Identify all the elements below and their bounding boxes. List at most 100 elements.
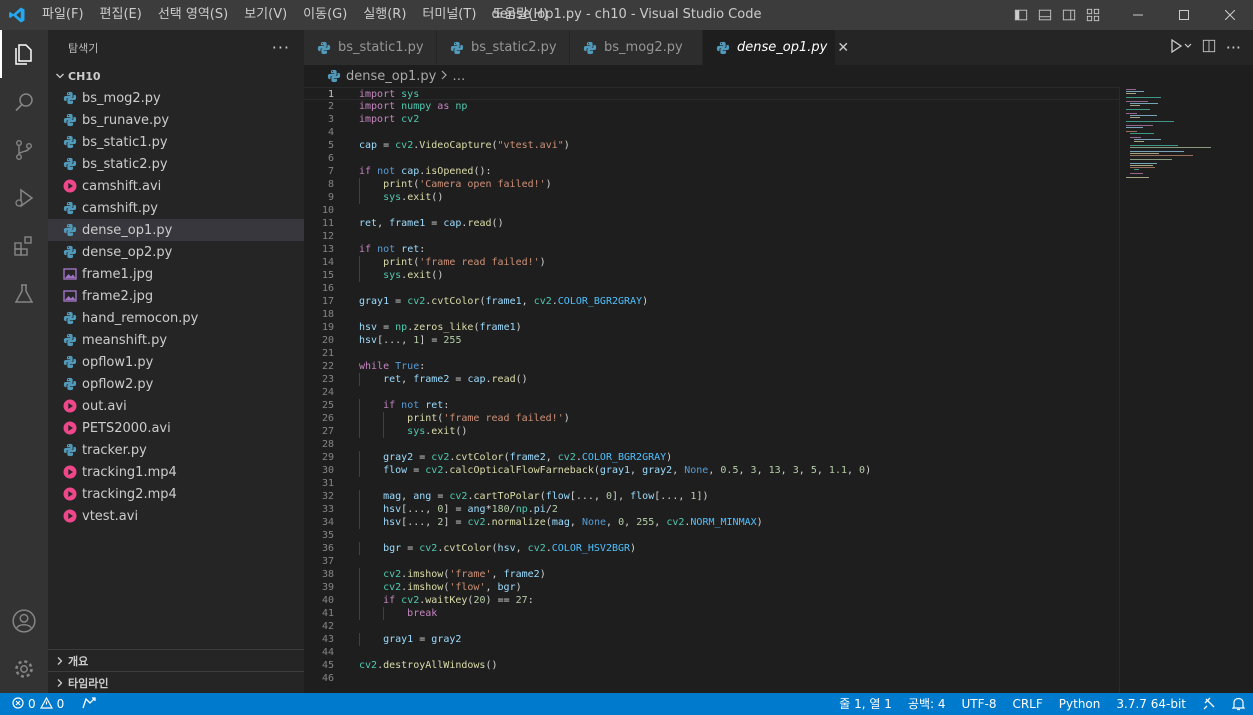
file-item[interactable]: bs_static2.py (48, 153, 304, 175)
code-line[interactable]: 39 cv2.imshow('flow', bgr) (304, 581, 1119, 594)
encoding[interactable]: UTF-8 (953, 693, 1004, 715)
file-item[interactable]: camshift.avi (48, 175, 304, 197)
code-line[interactable]: 24 (304, 386, 1119, 399)
file-item[interactable]: dense_op2.py (48, 241, 304, 263)
code-line[interactable]: 33 hsv[..., 0] = ang*180/np.pi/2 (304, 503, 1119, 516)
file-item[interactable]: meanshift.py (48, 329, 304, 351)
code-line[interactable]: 36 bgr = cv2.cvtColor(hsv, cv2.COLOR_HSV… (304, 542, 1119, 555)
file-item[interactable]: camshift.py (48, 197, 304, 219)
toggle-primary-sidebar-icon[interactable] (1009, 0, 1033, 30)
editor-tab[interactable]: bs_static1.py (304, 30, 437, 65)
end-of-line[interactable]: CRLF (1004, 693, 1050, 715)
code-line[interactable]: 26 print('frame read failed!') (304, 412, 1119, 425)
code-line[interactable]: 12 (304, 230, 1119, 243)
split-editor-icon[interactable] (1202, 39, 1216, 57)
code-line[interactable]: 30 flow = cv2.calcOpticalFlowFarneback(g… (304, 464, 1119, 477)
file-item[interactable]: frame2.jpg (48, 285, 304, 307)
file-item[interactable]: dense_op1.py (48, 219, 304, 241)
notifications-bell-icon[interactable] (1224, 693, 1253, 715)
menu-item[interactable]: 실행(R) (355, 0, 414, 30)
indentation[interactable]: 공백: 4 (900, 693, 954, 715)
file-item[interactable]: bs_runave.py (48, 109, 304, 131)
code-line[interactable]: 20 hsv[..., 1] = 255 (304, 334, 1119, 347)
code-line[interactable]: 31 (304, 477, 1119, 490)
file-item[interactable]: vtest.avi (48, 505, 304, 527)
code-line[interactable]: 41 break (304, 607, 1119, 620)
code-line[interactable]: 40 if cv2.waitKey(20) == 27: (304, 594, 1119, 607)
code-line[interactable]: 38 cv2.imshow('frame', frame2) (304, 568, 1119, 581)
file-item[interactable]: tracking1.mp4 (48, 461, 304, 483)
code-line[interactable]: 3 import cv2 (304, 113, 1119, 126)
file-item[interactable]: tracking2.mp4 (48, 483, 304, 505)
file-item[interactable]: bs_mog2.py (48, 87, 304, 109)
breadcrumb-symbols[interactable]: … (452, 69, 465, 84)
code-line[interactable]: 16 (304, 282, 1119, 295)
minimap[interactable] (1122, 87, 1242, 187)
search-icon[interactable] (0, 78, 48, 126)
menu-item[interactable]: 편집(E) (92, 0, 150, 30)
code-line[interactable]: 23 ret, frame2 = cap.read() (304, 373, 1119, 386)
menu-item[interactable]: 이동(G) (295, 0, 355, 30)
menu-item[interactable]: 보기(V) (236, 0, 295, 30)
code-line[interactable]: 42 (304, 620, 1119, 633)
more-actions-icon[interactable]: ··· (272, 38, 290, 57)
feedback-icon[interactable] (1194, 693, 1224, 715)
code-line[interactable]: 27 sys.exit() (304, 425, 1119, 438)
code-line[interactable]: 14 print('frame read failed!') (304, 256, 1119, 269)
editor-tab[interactable]: bs_static2.py (437, 30, 570, 65)
file-item[interactable]: frame1.jpg (48, 263, 304, 285)
code-line[interactable]: 44 (304, 646, 1119, 659)
language-mode[interactable]: Python (1051, 693, 1109, 715)
problems-status[interactable]: 0 0 (0, 693, 96, 715)
breadcrumb-file[interactable]: dense_op1.py (346, 69, 436, 84)
menu-item[interactable]: 선택 영역(S) (150, 0, 236, 30)
code-line[interactable]: 37 (304, 555, 1119, 568)
folder-ch10[interactable]: CH10 (48, 65, 304, 87)
cursor-position[interactable]: 줄 1, 열 1 (831, 693, 900, 715)
file-item[interactable]: PETS2000.avi (48, 417, 304, 439)
menu-item[interactable]: 터미널(T) (414, 0, 484, 30)
editor-tab[interactable]: dense_op1.py ✕ (703, 30, 849, 65)
code-line[interactable]: 13 if not ret: (304, 243, 1119, 256)
minimize-icon[interactable] (1115, 0, 1161, 30)
code-line[interactable]: 21 (304, 347, 1119, 360)
explorer-icon[interactable] (0, 30, 48, 78)
outline-section[interactable]: 개요 (48, 649, 304, 671)
manage-gear-icon[interactable] (0, 645, 48, 693)
source-control-icon[interactable] (0, 126, 48, 174)
code-line[interactable]: 43 gray1 = gray2 (304, 633, 1119, 646)
file-item[interactable]: out.avi (48, 395, 304, 417)
file-item[interactable]: opflow2.py (48, 373, 304, 395)
code-line[interactable]: 17 gray1 = cv2.cvtColor(frame1, cv2.COLOR… (304, 295, 1119, 308)
run-python-file-icon[interactable] (1170, 38, 1192, 57)
code-line[interactable]: 1 import sys (304, 87, 1119, 100)
extensions-icon[interactable] (0, 222, 48, 270)
toggle-secondary-sidebar-icon[interactable] (1057, 0, 1081, 30)
maximize-icon[interactable] (1161, 0, 1207, 30)
code-line[interactable]: 32 mag, ang = cv2.cartToPolar(flow[..., … (304, 490, 1119, 503)
customize-layout-icon[interactable] (1081, 0, 1105, 30)
testing-flask-icon[interactable] (0, 270, 48, 318)
run-debug-icon[interactable] (0, 174, 48, 222)
code-line[interactable]: 25 if not ret: (304, 399, 1119, 412)
code-line[interactable]: 46 (304, 672, 1119, 685)
code-line[interactable]: 8 print('Camera open failed!') (304, 178, 1119, 191)
code-line[interactable]: 35 (304, 529, 1119, 542)
live-share-icon[interactable] (82, 696, 96, 712)
tab-close-icon[interactable]: ✕ (837, 40, 849, 56)
code-line[interactable]: 10 (304, 204, 1119, 217)
code-line[interactable]: 34 hsv[..., 2] = cv2.normalize(mag, None… (304, 516, 1119, 529)
close-icon[interactable] (1207, 0, 1253, 30)
toggle-panel-icon[interactable] (1033, 0, 1057, 30)
timeline-section[interactable]: 타임라인 (48, 671, 304, 693)
code-line[interactable]: 22 while True: (304, 360, 1119, 373)
file-item[interactable]: opflow1.py (48, 351, 304, 373)
menu-item[interactable]: 파일(F) (34, 0, 92, 30)
editor-tab[interactable]: bs_mog2.py (570, 30, 703, 65)
code-line[interactable]: 5 cap = cv2.VideoCapture("vtest.avi") (304, 139, 1119, 152)
code-line[interactable]: 18 (304, 308, 1119, 321)
code-line[interactable]: 2 import numpy as np (304, 100, 1119, 113)
file-item[interactable]: bs_static1.py (48, 131, 304, 153)
code-line[interactable]: 45 cv2.destroyAllWindows() (304, 659, 1119, 672)
menu-item[interactable]: 도움말(H) (484, 0, 556, 30)
